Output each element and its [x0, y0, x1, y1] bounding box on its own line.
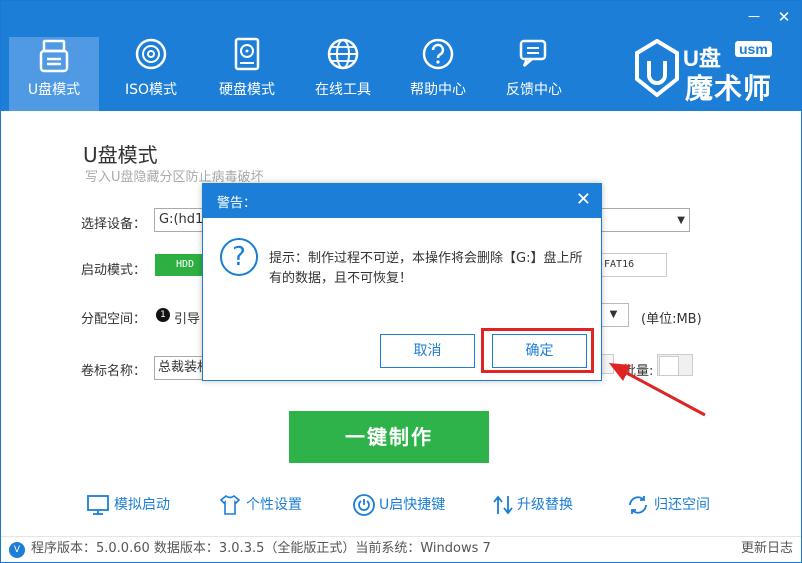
- help-icon: [422, 38, 454, 70]
- app-window: － ✕ U盘模式 ISO模式 硬盘模式 在线工具 帮助中心 反馈中心 U盘 us…: [0, 0, 802, 563]
- alloc-text: 引导: [174, 312, 201, 327]
- tab-feedback-center[interactable]: 反馈中心: [489, 31, 579, 111]
- chevron-down-icon: ▼: [677, 215, 685, 226]
- chat-icon: [519, 39, 547, 67]
- question-icon: ?: [220, 238, 258, 276]
- tab-hard-disk-mode[interactable]: 硬盘模式: [202, 31, 292, 111]
- filesystem-select[interactable]: -FAT16: [591, 253, 667, 277]
- tool-label: 模拟启动: [114, 497, 170, 513]
- volume-label: 卷标名称：: [81, 364, 147, 379]
- device-value: G:(hd1): [159, 212, 209, 227]
- upgrade-icon: [493, 495, 513, 515]
- disc-icon: [135, 38, 167, 70]
- shirt-icon: [219, 494, 241, 515]
- app-logo: U盘 usm 魔术师: [633, 37, 793, 105]
- tab-iso-mode[interactable]: ISO模式: [106, 31, 196, 111]
- tool-label: U启快捷键: [379, 497, 446, 513]
- tool-simulate-boot[interactable]: 模拟启动: [86, 493, 176, 517]
- tab-label: 硬盘模式: [219, 82, 275, 98]
- tab-label: U盘模式: [27, 82, 81, 98]
- alloc-space-label: 分配空间：: [81, 312, 147, 327]
- tool-upgrade-replace[interactable]: 升级替换: [491, 493, 581, 517]
- chevron-down-icon: ▼: [609, 309, 618, 320]
- header-bar: － ✕ U盘模式 ISO模式 硬盘模式 在线工具 帮助中心 反馈中心 U盘 us…: [1, 1, 801, 111]
- tab-label: 反馈中心: [506, 82, 562, 98]
- tool-personal-settings[interactable]: 个性设置: [218, 493, 308, 517]
- page-title: U盘模式: [83, 143, 158, 167]
- changelog-link[interactable]: 更新日志: [741, 537, 793, 561]
- confirm-highlight-box: [481, 328, 594, 373]
- tool-boot-hotkey[interactable]: U启快捷键: [352, 493, 452, 517]
- space-dropdown[interactable]: ▼: [599, 303, 629, 327]
- tool-label: 个性设置: [246, 497, 302, 513]
- unit-label: (单位:MB): [641, 312, 702, 327]
- cancel-button[interactable]: 取消: [380, 334, 475, 368]
- logo-name: 魔术师: [685, 72, 773, 105]
- tab-help-center[interactable]: 帮助中心: [393, 31, 483, 111]
- alloc-number-badge: 1: [156, 308, 170, 322]
- dialog-title: 警告：: [217, 196, 257, 211]
- version-info: 程序版本：5.0.0.60 数据版本：3.0.3.5（全能版正式）当前系统：Wi…: [31, 541, 491, 556]
- minimize-button[interactable]: －: [743, 7, 765, 27]
- usb-drive-icon: [39, 39, 69, 73]
- tool-restore-space[interactable]: 归还空间: [626, 493, 716, 517]
- version-icon: V: [9, 542, 25, 558]
- dialog-close-button[interactable]: ✕: [576, 189, 591, 211]
- close-button[interactable]: ✕: [773, 7, 795, 27]
- dialog-header: 警告： ✕: [203, 184, 601, 218]
- one-click-make-button[interactable]: 一键制作: [289, 411, 489, 463]
- power-icon: [353, 494, 375, 516]
- recycle-icon: [629, 496, 647, 514]
- boot-mode-label: 启动模式：: [81, 263, 147, 278]
- logo-badge: usm: [735, 41, 772, 57]
- device-label: 选择设备：: [81, 217, 147, 232]
- status-bar: V 程序版本：5.0.0.60 数据版本：3.0.3.5（全能版正式）当前系统：…: [1, 536, 801, 562]
- tab-label: ISO模式: [124, 82, 178, 98]
- logo-mark-icon: [635, 39, 679, 98]
- hard-disk-icon: [234, 37, 260, 71]
- tool-label: 升级替换: [517, 497, 573, 513]
- tab-label: 帮助中心: [410, 82, 466, 98]
- tool-label: 归还空间: [654, 497, 710, 513]
- tab-u-disk-mode[interactable]: U盘模式: [9, 37, 99, 111]
- dialog-message: 提示：制作过程不可逆，本操作将会删除【G:】盘上所有的数据，且不可恢复！: [269, 251, 583, 286]
- monitor-icon: [87, 495, 109, 515]
- globe-icon: [327, 38, 359, 70]
- tab-label: 在线工具: [315, 82, 371, 98]
- tab-online-tools[interactable]: 在线工具: [298, 31, 388, 111]
- pointer-arrow-icon: [609, 363, 706, 417]
